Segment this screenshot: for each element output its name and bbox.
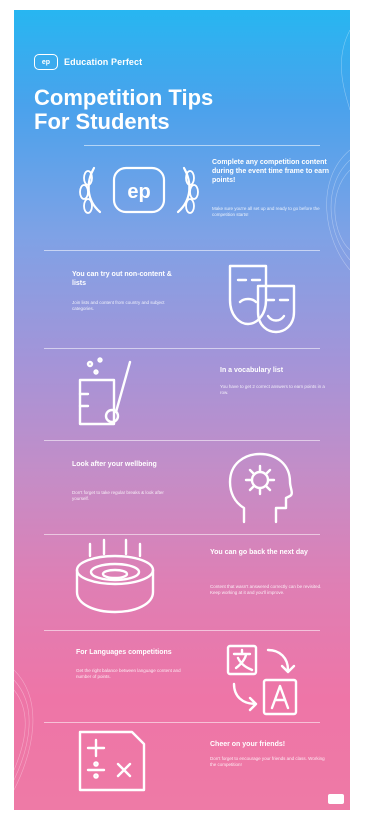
tip-heading: Look after your wellbeing: [72, 461, 157, 468]
tip-body: You have to get 2 correct answers to ear…: [220, 384, 325, 395]
tip-body: Don't forget to encourage your friends a…: [210, 756, 325, 767]
tip-body: Make sure you're all set up and ready to…: [212, 206, 320, 217]
section-divider: [44, 440, 320, 441]
page-title: Competition Tips For Students: [34, 86, 294, 134]
brand-logo: ep Education Perfect: [34, 54, 142, 70]
tip-body: Don't forget to take regular breaks & lo…: [72, 490, 164, 501]
tip-heading: Cheer on your friends!: [210, 741, 286, 748]
tip-heading: For Languages competitions: [76, 649, 172, 656]
ep-badge-icon: ep: [34, 54, 58, 70]
infographic-poster: ep Education Perfect Competition Tips Fo…: [14, 10, 350, 810]
section-divider: [44, 348, 320, 349]
science-beaker-icon: [70, 354, 150, 430]
section-divider: [44, 722, 320, 723]
title-line-1: Competition Tips: [34, 85, 214, 110]
math-operations-icon: [74, 726, 150, 796]
tip-heading: You can go back the next day: [210, 549, 308, 556]
theatre-masks-icon: [222, 260, 302, 336]
tip-body: Join lists and content from country and …: [72, 300, 165, 311]
tip-body: Content that wasn't answered correctly c…: [210, 584, 322, 595]
tip-heading: Complete any competition content during …: [212, 159, 330, 184]
tip-body: Get the right balance between language c…: [76, 668, 181, 679]
ep-laurel-icon: ep: [64, 160, 214, 220]
corner-badge: [328, 794, 344, 804]
brand-name: Education Perfect: [64, 57, 143, 67]
section-divider: [84, 145, 320, 146]
section-divider: [44, 250, 320, 251]
translate-icon: [222, 640, 306, 720]
section-divider: [44, 534, 320, 535]
head-gear-icon: [220, 448, 300, 528]
svg-text:ep: ep: [127, 181, 150, 203]
section-divider: [44, 630, 320, 631]
tip-heading: In a vocabulary list: [220, 367, 284, 374]
stadium-icon: [70, 536, 160, 618]
tip-heading: You can try out non-content & lists: [72, 271, 172, 287]
title-line-2: For Students: [34, 109, 170, 134]
